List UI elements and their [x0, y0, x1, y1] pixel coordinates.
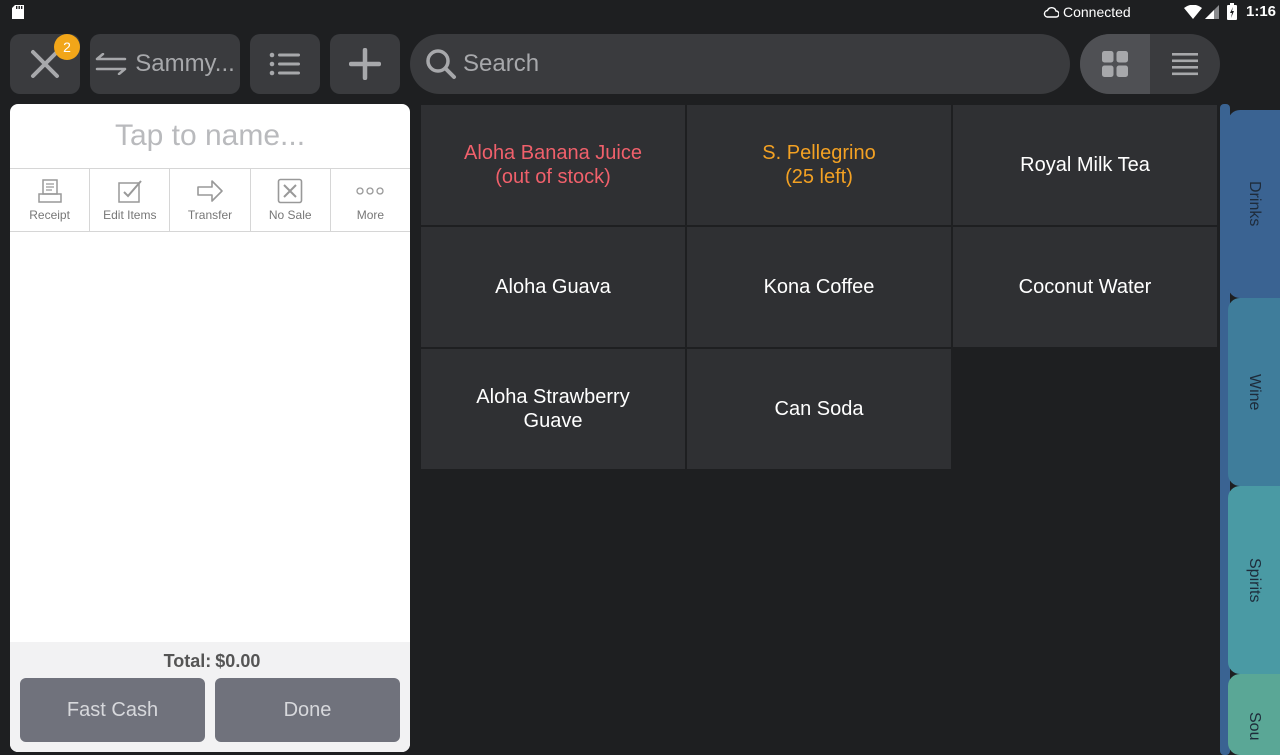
- customer-transfer-button[interactable]: Sammy...: [90, 34, 240, 94]
- product-tile-kona-coffee[interactable]: Kona Coffee: [687, 227, 951, 347]
- more-dots-icon: [356, 187, 385, 195]
- tab-label: Wine: [1246, 373, 1263, 411]
- ticket-name-field[interactable]: Tap to name...: [10, 104, 410, 169]
- swap-arrows-icon: [95, 53, 127, 75]
- search-icon: [426, 49, 456, 79]
- no-sale-button[interactable]: No Sale: [251, 169, 331, 231]
- view-toggle: [1080, 34, 1220, 94]
- tab-label: Sou: [1246, 712, 1263, 741]
- battery-icon: [1227, 3, 1237, 20]
- stock-status: (out of stock): [495, 166, 611, 188]
- grid-icon: [1102, 51, 1128, 77]
- receipt-label: Receipt: [29, 208, 70, 222]
- product-name: Aloha Banana Juice: [464, 142, 642, 164]
- plus-icon: [349, 48, 381, 80]
- connection-status: Connected: [1063, 4, 1131, 20]
- receipt-icon: [37, 179, 62, 203]
- fast-cash-button[interactable]: Fast Cash: [20, 678, 205, 742]
- arrow-right-icon: [197, 180, 223, 202]
- x-box-icon: [277, 178, 303, 204]
- stock-status: (25 left): [785, 166, 853, 188]
- customer-name: Sammy...: [135, 50, 235, 77]
- list-lines-icon: [1172, 53, 1198, 76]
- sd-card-icon: [12, 5, 24, 19]
- ticket-total: Total: $0.00: [10, 651, 410, 672]
- product-name: Royal Milk Tea: [1020, 154, 1150, 176]
- product-tile-can-soda[interactable]: Can Soda: [687, 349, 951, 469]
- receipt-button[interactable]: Receipt: [10, 169, 91, 231]
- ticket-list-button[interactable]: [250, 34, 320, 94]
- ticket-panel: Tap to name... Receipt Edit Items Transf…: [10, 104, 410, 752]
- product-tile-aloha-strawberry-guave[interactable]: Aloha Strawberry Guave: [421, 349, 685, 469]
- open-tickets-badge: 2: [54, 34, 80, 60]
- add-button[interactable]: [330, 34, 400, 94]
- product-name: Kona Coffee: [763, 276, 875, 298]
- list-icon: [269, 52, 300, 76]
- product-name: Can Soda: [774, 398, 864, 420]
- tab-spirits[interactable]: Spirits: [1228, 486, 1280, 674]
- search-bar[interactable]: [410, 34, 1070, 94]
- transfer-button[interactable]: Transfer: [170, 169, 251, 231]
- edit-icon: [118, 180, 142, 203]
- tab-soups[interactable]: Sou: [1228, 674, 1280, 755]
- product-name-line2: Guave: [523, 410, 583, 432]
- total-label: Total:: [163, 651, 212, 671]
- transfer-label: Transfer: [187, 208, 233, 222]
- tab-label: Spirits: [1246, 557, 1263, 603]
- total-value: $0.00: [215, 651, 261, 671]
- tab-wine[interactable]: Wine: [1228, 298, 1280, 486]
- product-tile-aloha-guava[interactable]: Aloha Guava: [421, 227, 685, 347]
- product-name: Aloha Strawberry: [476, 386, 630, 408]
- grid-view-button[interactable]: [1080, 34, 1150, 94]
- clock: 1:16: [1246, 3, 1277, 20]
- edit-items-label: Edit Items: [103, 208, 157, 222]
- no-sale-label: No Sale: [268, 208, 312, 222]
- list-view-button[interactable]: [1150, 34, 1220, 94]
- tab-drinks[interactable]: Drinks: [1228, 110, 1280, 298]
- product-tile-royal-milk-tea[interactable]: Royal Milk Tea: [953, 105, 1217, 225]
- product-tile-coconut-water[interactable]: Coconut Water: [953, 227, 1217, 347]
- more-label: More: [356, 208, 385, 222]
- product-name: Coconut Water: [1018, 276, 1152, 298]
- edit-items-button[interactable]: Edit Items: [90, 169, 171, 231]
- cloud-icon: [1043, 7, 1059, 18]
- category-tabs: Drinks Wine Spirits Sou: [1220, 104, 1280, 755]
- signal-icon: [1205, 5, 1219, 19]
- search-input[interactable]: [461, 49, 1045, 79]
- wifi-icon: [1184, 5, 1202, 19]
- product-name: S. Pellegrino: [762, 142, 876, 164]
- tab-label: Drinks: [1246, 181, 1263, 227]
- product-tile-aloha-banana-juice[interactable]: Aloha Banana Juice (out of stock): [421, 105, 685, 225]
- more-button[interactable]: More: [331, 169, 410, 231]
- done-button[interactable]: Done: [215, 678, 400, 742]
- status-bar: Connected 1:16: [0, 0, 1280, 24]
- ticket-actions: Receipt Edit Items Transfer No Sale More: [10, 169, 410, 232]
- ticket-footer: Total: $0.00 Fast Cash Done: [10, 642, 410, 752]
- product-name: Aloha Guava: [495, 276, 611, 298]
- product-tile-s-pellegrino[interactable]: S. Pellegrino (25 left): [687, 105, 951, 225]
